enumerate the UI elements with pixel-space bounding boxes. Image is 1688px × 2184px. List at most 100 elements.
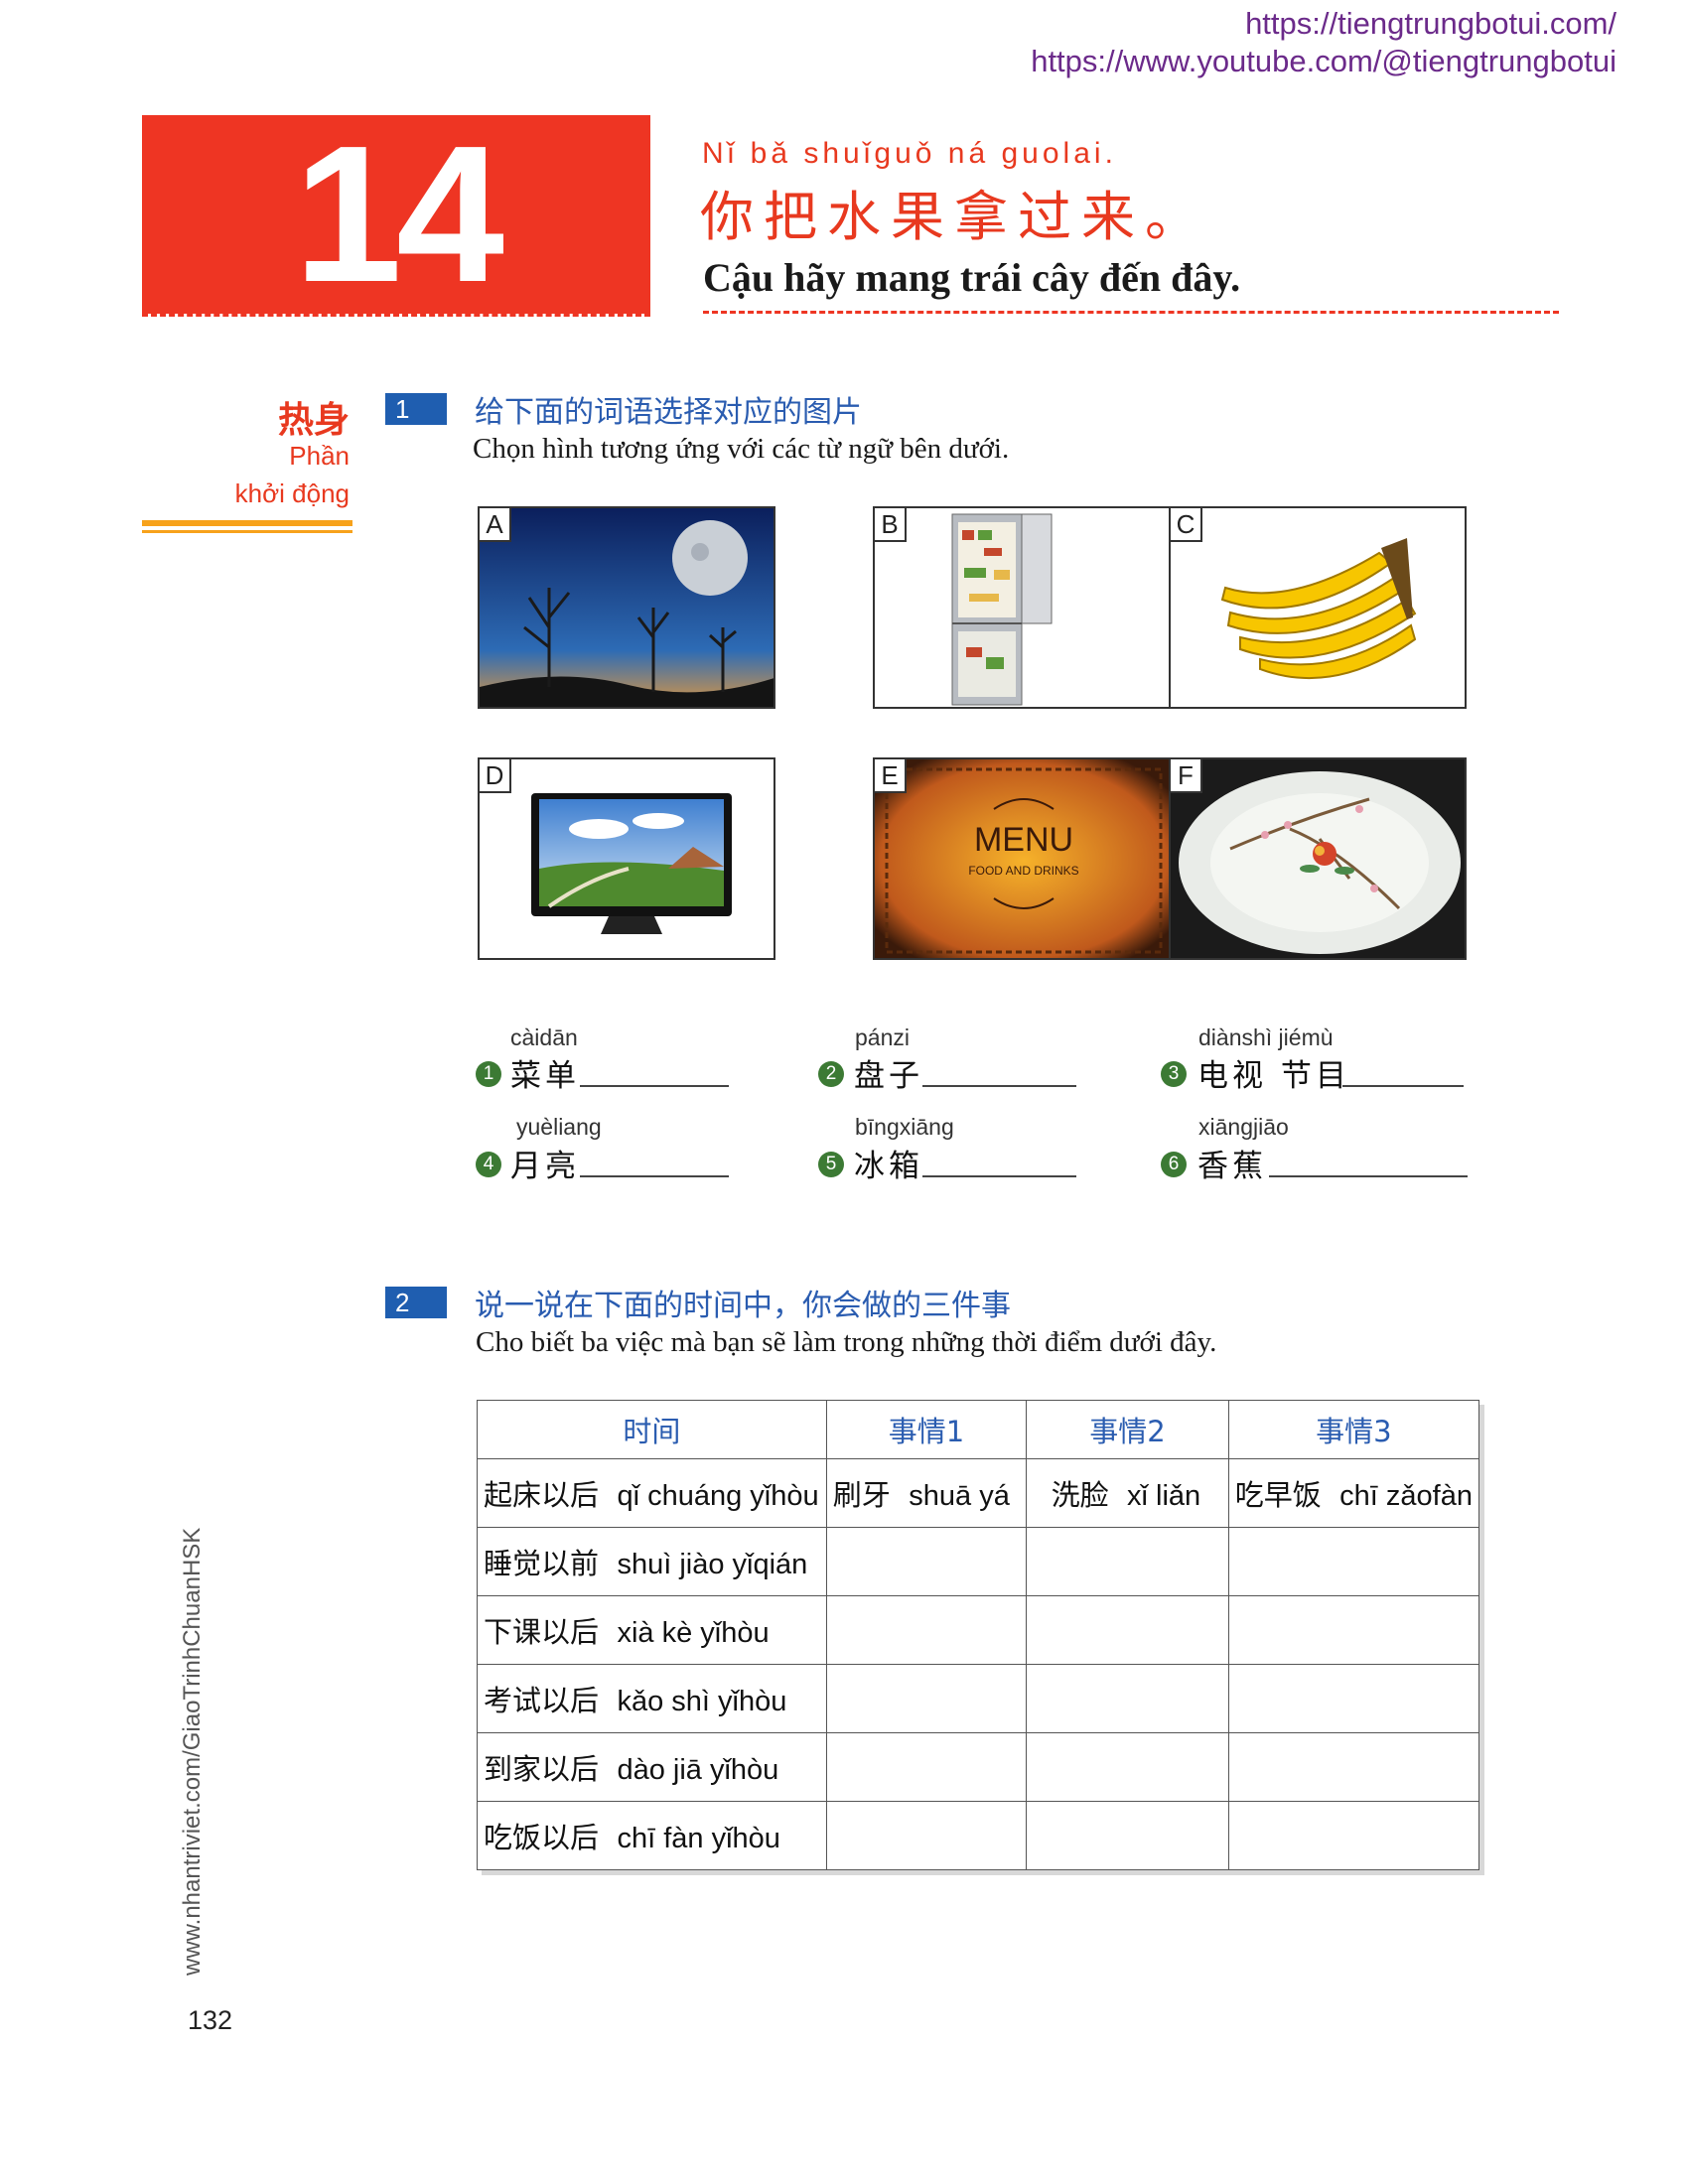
thing-3-cell[interactable]: 吃早饭 chī zǎofàn [1227, 1458, 1480, 1528]
item-2-number: 2 [818, 1061, 844, 1087]
time-cell: 下课以后 xià kè yǐhòu [477, 1595, 827, 1665]
picture-c: C [1169, 506, 1467, 709]
menu-subtitle: FOOD AND DRINKS [968, 864, 1078, 878]
item-6-pinyin: xiāngjiāo [1198, 1114, 1289, 1140]
table-row: 到家以后 dào jiā yǐhòu [477, 1732, 1480, 1802]
item-1-number: 1 [476, 1061, 501, 1087]
exercise-2-badge: 2 [385, 1287, 447, 1318]
plate-photo-icon [1171, 759, 1465, 958]
picture-f: F [1169, 757, 1467, 960]
item-2-pinyin: pánzi [855, 1024, 910, 1050]
lesson-number: 14 [293, 105, 504, 323]
exercise-1-instruction-cn: 给下面的词语选择对应的图片 [475, 395, 862, 430]
item-6-answer-line[interactable] [1269, 1175, 1468, 1177]
banana-photo-icon [1171, 508, 1465, 707]
item-6-number: 6 [1161, 1152, 1187, 1177]
header-url-website[interactable]: https://tiengtrungbotui.com/ [1245, 6, 1617, 42]
thing-2-cell[interactable] [1026, 1527, 1229, 1596]
exercise-2-instruction-cn: 说一说在下面的时间中，你会做的三件事 [475, 1289, 1011, 1323]
exercise-1-badge: 1 [385, 393, 447, 425]
thing-2-cell[interactable]: 洗脸 xǐ liǎn [1026, 1458, 1229, 1528]
thing-3-cell[interactable] [1227, 1732, 1480, 1802]
thing-3-cell[interactable] [1227, 1595, 1480, 1665]
warmup-title-vn-2: khởi động [234, 478, 350, 508]
picture-label: C [1171, 508, 1202, 542]
thing-1-cell[interactable]: 刷牙 shuā yá [825, 1458, 1028, 1528]
picture-e: E MENU FOOD AND DRINKS [873, 757, 1171, 960]
lesson-title-pinyin: Nǐ bǎ shuǐguǒ ná guolai. [702, 137, 1117, 170]
thing-3-cell[interactable] [1227, 1527, 1480, 1596]
thing-2-cell[interactable] [1026, 1732, 1229, 1802]
exercise-2-instruction-vn: Cho biết ba việc mà bạn sẽ làm trong nhữ… [476, 1326, 1217, 1358]
item-5-number: 5 [818, 1152, 844, 1177]
item-5-pinyin: bīngxiāng [855, 1114, 954, 1140]
picture-label: D [480, 759, 511, 793]
item-3-number: 3 [1161, 1061, 1187, 1087]
time-cell: 到家以后 dào jiā yǐhòu [477, 1732, 827, 1802]
item-3-word: 电视 节目 [1197, 1058, 1350, 1094]
exercise-1-instruction-vn: Chọn hình tương ứng với các từ ngữ bên d… [473, 433, 1010, 465]
table-row: 起床以后 qǐ chuáng yǐhòu 刷牙 shuā yá 洗脸 xǐ li… [477, 1458, 1480, 1528]
thing-2-cell[interactable] [1026, 1801, 1229, 1870]
item-6-word: 香蕉 [1197, 1149, 1267, 1184]
moon-night-photo-icon [480, 508, 774, 707]
item-3-answer-line[interactable] [1342, 1085, 1464, 1087]
time-cell: 睡觉以前 shuì jiào yǐqián [477, 1527, 827, 1596]
thing-1-cell[interactable] [825, 1664, 1028, 1733]
item-1-pinyin: càidān [510, 1024, 578, 1050]
thing-1-cell[interactable] [825, 1527, 1028, 1596]
table-row: 下课以后 xià kè yǐhòu [477, 1595, 1480, 1665]
table-header-row: 时间 事情1 事情2 事情3 [477, 1400, 1480, 1459]
warmup-underline [142, 520, 352, 526]
thing-3-cell[interactable] [1227, 1664, 1480, 1733]
title-divider [703, 311, 1559, 314]
header-thing-1: 事情1 [825, 1400, 1028, 1459]
item-4-word: 月亮 [510, 1149, 580, 1184]
lesson-title-vietnamese: Cậu hãy mang trái cây đến đây. [703, 255, 1241, 300]
warmup-title-cn: 热身 [277, 400, 350, 441]
thing-2-cell[interactable] [1026, 1595, 1229, 1665]
picture-label: E [875, 759, 907, 793]
tv-photo-icon [480, 759, 774, 958]
thing-1-cell[interactable] [825, 1801, 1028, 1870]
time-cell: 考试以后 kǎo shì yǐhòu [477, 1664, 827, 1733]
item-4-pinyin: yuèliang [516, 1114, 602, 1140]
picture-b: B [873, 506, 1171, 709]
item-1-word: 菜单 [510, 1058, 580, 1094]
side-url[interactable]: www.nhantriviet.com/GiaoTrinhChuanHSK [179, 1528, 207, 1976]
item-4-answer-line[interactable] [580, 1175, 729, 1177]
header-url-youtube[interactable]: https://www.youtube.com/@tiengtrungbotui [1031, 44, 1617, 79]
thing-2-cell[interactable] [1026, 1664, 1229, 1733]
thing-1-cell[interactable] [825, 1732, 1028, 1802]
item-5-word: 冰箱 [854, 1149, 923, 1184]
picture-label: B [875, 508, 907, 542]
table-row: 考试以后 kǎo shì yǐhòu [477, 1664, 1480, 1733]
picture-a: A [478, 506, 775, 709]
picture-label: F [1171, 759, 1202, 793]
item-1-answer-line[interactable] [580, 1085, 729, 1087]
warmup-underline-thin [142, 530, 352, 533]
lesson-box-divider [142, 314, 650, 317]
thing-1-cell[interactable] [825, 1595, 1028, 1665]
time-cell: 吃饭以后 chī fàn yǐhòu [477, 1801, 827, 1870]
menu-title: MENU [974, 821, 1073, 859]
item-3-pinyin: diànshì jiémù [1198, 1024, 1334, 1050]
schedule-table: 时间 事情1 事情2 事情3 起床以后 qǐ chuáng yǐhòu 刷牙 s… [477, 1400, 1480, 1870]
lesson-number-box: 14 [142, 115, 650, 314]
item-5-answer-line[interactable] [922, 1175, 1076, 1177]
item-2-answer-line[interactable] [922, 1085, 1076, 1087]
header-thing-2: 事情2 [1026, 1400, 1229, 1459]
menu-photo-icon: MENU FOOD AND DRINKS [875, 759, 1169, 958]
lesson-title-chinese: 你把水果拿过来。 [700, 186, 1208, 248]
refrigerator-photo-icon [875, 508, 1169, 707]
warmup-title-vn-1: Phần [289, 441, 350, 471]
header-time: 时间 [477, 1400, 827, 1459]
table-row: 睡觉以前 shuì jiào yǐqián [477, 1527, 1480, 1596]
thing-3-cell[interactable] [1227, 1801, 1480, 1870]
table-row: 吃饭以后 chī fàn yǐhòu [477, 1801, 1480, 1870]
picture-d: D [478, 757, 775, 960]
item-2-word: 盘子 [854, 1058, 923, 1094]
picture-label: A [480, 508, 511, 542]
header-thing-3: 事情3 [1227, 1400, 1480, 1459]
time-cell: 起床以后 qǐ chuáng yǐhòu [477, 1458, 827, 1528]
